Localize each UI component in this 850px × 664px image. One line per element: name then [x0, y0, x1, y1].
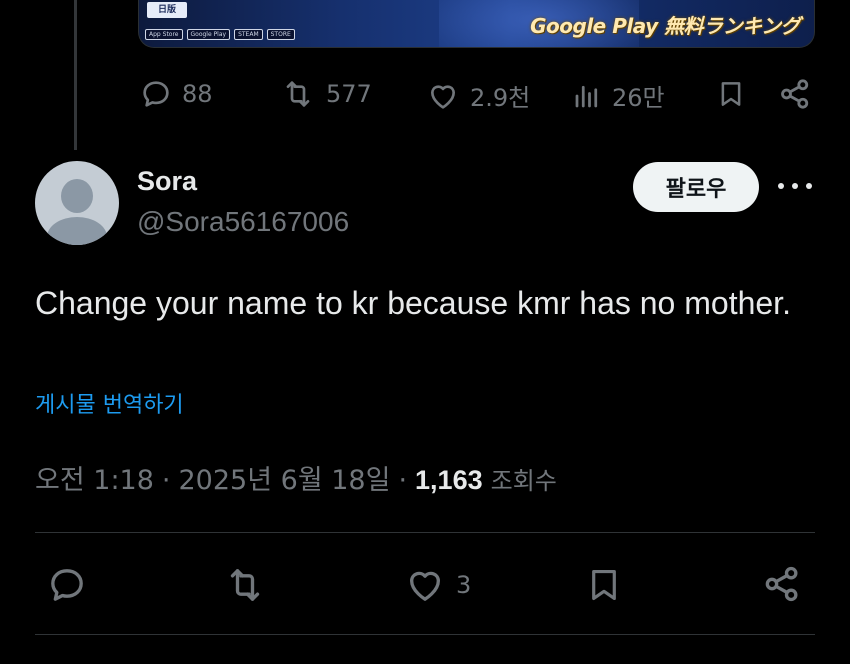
reply-icon	[51, 569, 83, 601]
translate-link[interactable]: 게시물 번역하기	[35, 387, 184, 419]
banner-logo: 日版	[147, 2, 187, 18]
repost-button[interactable]	[222, 565, 268, 605]
store-badge: App Store	[145, 29, 183, 40]
parent-like-button[interactable]: 2.9천	[426, 78, 530, 113]
more-dot	[778, 183, 784, 189]
like-icon	[431, 84, 455, 109]
bookmark-button[interactable]	[585, 563, 623, 607]
divider	[35, 532, 815, 533]
more-dot	[792, 183, 798, 189]
divider	[35, 634, 815, 635]
repost-count: 577	[326, 80, 372, 108]
author-handle[interactable]: @Sora56167006	[137, 206, 349, 238]
like-icon	[410, 571, 440, 601]
tweet-date[interactable]: 2025년 6월 18일	[179, 458, 391, 497]
bookmark-icon	[721, 82, 741, 106]
tweet-views-label: 조회수	[490, 467, 557, 495]
reply-button[interactable]	[47, 565, 87, 605]
more-icon[interactable]	[778, 174, 812, 198]
repost-icon	[230, 569, 260, 601]
parent-views-button[interactable]: 26만	[572, 78, 665, 113]
reply-icon	[143, 81, 169, 107]
tweet-views-count: 1,163	[415, 465, 483, 495]
parent-share-button[interactable]	[778, 77, 812, 111]
like-count: 2.9천	[470, 84, 531, 112]
tweet-text: Change your name to kr because kmr has n…	[35, 285, 791, 321]
reply-count: 88	[182, 80, 213, 108]
parent-reply-button[interactable]: 88	[140, 78, 213, 110]
tweet-time[interactable]: 오전 1:18	[35, 458, 154, 497]
store-badge: STORE	[266, 29, 295, 40]
tweet-meta: 오전 1:18 · 2025년 6월 18일 · 1,163 조회수	[35, 458, 557, 497]
avatar-body	[47, 217, 107, 245]
store-badge: STEAM	[234, 29, 263, 40]
bookmark-icon	[592, 569, 616, 601]
repost-icon	[286, 81, 310, 107]
meta-separator: ·	[398, 465, 408, 496]
views-icon	[575, 85, 598, 107]
thread-line	[74, 0, 77, 150]
banner-ranking-text: Google Play 無料ランキング	[530, 14, 800, 38]
like-button[interactable]: 3	[404, 565, 471, 605]
store-badges: App Store Google Play STEAM STORE	[145, 29, 295, 40]
share-button[interactable]	[762, 564, 802, 604]
share-icon	[765, 566, 798, 602]
store-badge: Google Play	[186, 29, 231, 40]
meta-separator: ·	[161, 465, 171, 496]
parent-repost-button[interactable]: 577	[280, 78, 372, 110]
author-display-name[interactable]: Sora	[137, 166, 197, 197]
more-dot	[806, 183, 812, 189]
share-icon	[781, 79, 809, 109]
follow-button[interactable]: 팔로우	[633, 162, 759, 212]
like-count: 3	[456, 571, 472, 599]
avatar[interactable]	[35, 161, 119, 245]
parent-bookmark-button[interactable]	[716, 77, 746, 111]
views-count: 26만	[612, 84, 665, 112]
avatar-head	[61, 179, 93, 213]
parent-media-image[interactable]: 日版 App Store Google Play STEAM STORE Goo…	[138, 0, 815, 48]
